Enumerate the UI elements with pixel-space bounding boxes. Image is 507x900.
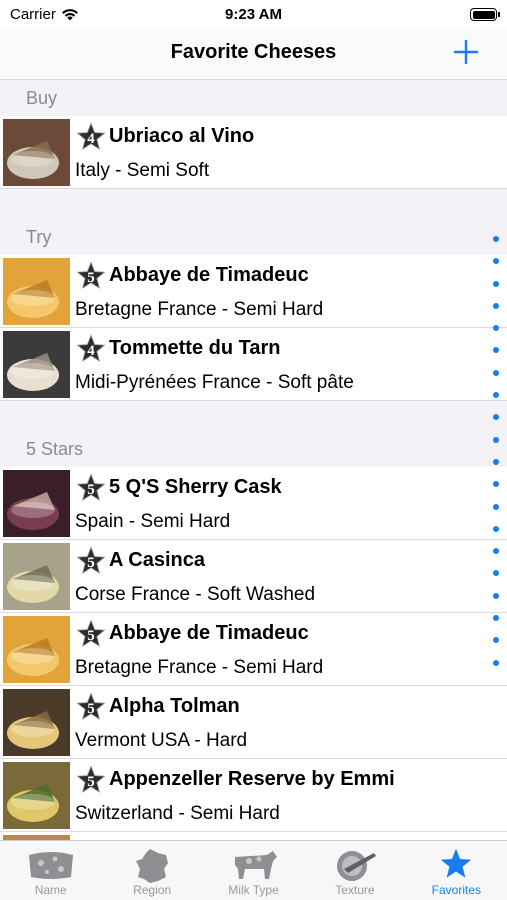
cheese-photo [3,616,70,683]
index-dot[interactable] [493,592,499,599]
index-dot[interactable] [493,392,499,399]
section-header: Try [0,219,507,255]
tab-milk-type[interactable]: Milk Type [203,841,304,900]
cheese-name: Alpha Tolman [109,695,240,717]
index-dot[interactable] [493,481,499,488]
tab-label: Favorites [431,883,481,897]
cheese-detail: Switzerland - Semi Hard [75,803,280,824]
cheese-detail: Italy - Semi Soft [75,160,210,181]
status-time: 9:23 AM [225,6,282,23]
section-spacer [0,401,507,431]
cheese-name: 5 Q'S Sherry Cask [109,476,282,498]
index-dot[interactable] [493,570,499,577]
cheese-detail: Corse France - Soft Washed [75,584,316,605]
tab-label: Region [133,883,172,897]
index-dot[interactable] [493,302,499,309]
cheese-name: Tommette du Tarn [109,337,281,359]
svg-text:5: 5 [87,701,95,717]
index-dot[interactable] [493,659,499,666]
navigation-bar: Favorite Cheeses [0,30,507,80]
cheese-name: Abbaye de Timadeuc [109,264,309,286]
cheese-detail: Spain - Semi Hard [75,511,231,532]
tab-bar: Name Region Milk Type Texture Favorites [0,840,507,900]
section-header: 5 Stars [0,431,507,467]
cheese-row[interactable]: 5 Alpha Tolman Vermont USA - Hard [0,686,507,759]
cheese-detail: Vermont USA - Hard [75,730,248,751]
svg-text:5: 5 [87,555,95,571]
cheese-row[interactable]: 4 Ubriaco al Vino Italy - Semi Soft [0,116,507,189]
cheese-detail: Midi-Pyrénées France - Soft pâte [75,372,354,393]
knife-plate-icon [336,851,376,881]
tab-label: Milk Type [228,883,279,897]
cheese-detail: Bretagne France - Semi Hard [75,299,324,320]
cheese-row[interactable]: 5 Appenzeller Reserve by Emmi Switzerland … [0,759,507,832]
index-dot[interactable] [493,369,499,376]
cheese-row[interactable]: 5 A Casinca Corse France - Soft Washed [0,540,507,613]
cheese-wedge-icon [28,852,73,879]
index-dot[interactable] [493,258,499,265]
rating-star-icon: 5 [76,546,106,574]
cheese-photo [3,543,70,610]
rating-star-icon: 5 [76,692,106,720]
tab-favorites[interactable]: Favorites [406,841,507,900]
index-dot[interactable] [493,615,499,622]
cheese-photo [3,762,70,829]
svg-text:5: 5 [87,270,95,286]
svg-text:5: 5 [87,628,95,644]
battery-icon [470,8,500,21]
cheese-photo [3,258,70,325]
svg-text:5: 5 [87,482,95,498]
section-spacer [0,189,507,219]
cheese-row[interactable]: 5 Abbaye de Timadeuc Bretagne France - Sem… [0,613,507,686]
rating-star-icon: 4 [76,334,106,362]
svg-text:4: 4 [87,343,95,359]
rating-star-icon: 5 [76,765,106,793]
index-dot[interactable] [493,414,499,421]
index-dot[interactable] [493,280,499,287]
cheese-detail: Bretagne France - Semi Hard [75,657,324,678]
cheese-list[interactable]: Buy 4 Ubriaco al Vino Italy - Semi Soft Try 5… [0,80,507,840]
tab-texture[interactable]: Texture [304,841,405,900]
tab-region[interactable]: Region [101,841,202,900]
cheese-name: A Casinca [109,549,205,571]
svg-text:5: 5 [87,774,95,790]
cheese-row[interactable]: 5 5 Q'S Sherry Cask Spain - Semi Hard [0,467,507,540]
svg-text:4: 4 [87,131,95,147]
star-icon [441,848,472,878]
status-bar: Carrier 9:23 AM [0,0,507,30]
cheese-name: Appenzeller Reserve by Emmi [109,768,395,790]
tab-label: Texture [335,883,375,897]
plus-icon [453,39,479,65]
index-dot[interactable] [493,458,499,465]
index-dot[interactable] [493,503,499,510]
index-dot[interactable] [493,637,499,644]
cheese-photo [3,470,70,537]
tab-label: Name [34,883,67,897]
cheese-photo [3,119,70,186]
cheese-row[interactable] [0,832,507,840]
cheese-row[interactable]: 4 Tommette du Tarn Midi-Pyrénées France - … [0,328,507,401]
rating-star-icon: 4 [76,122,106,150]
france-map-icon [136,849,169,883]
add-button[interactable] [451,37,481,67]
tab-name[interactable]: Name [0,841,101,900]
index-dot[interactable] [493,325,499,332]
cheese-row[interactable]: 5 Abbaye de Timadeuc Bretagne France - Sem… [0,255,507,328]
cow-icon [234,851,277,879]
rating-star-icon: 5 [76,261,106,289]
index-dot[interactable] [493,236,499,242]
rating-star-icon: 5 [76,619,106,647]
index-dot[interactable] [493,347,499,354]
page-title: Favorite Cheeses [170,41,337,63]
index-dot[interactable] [493,548,499,555]
rating-star-icon: 5 [76,473,106,501]
section-header: Buy [0,80,507,116]
cheese-name: Ubriaco al Vino [109,125,255,147]
section-index-bar[interactable] [493,236,501,682]
index-dot[interactable] [493,525,499,532]
cheese-name: Abbaye de Timadeuc [109,622,309,644]
index-dot[interactable] [493,436,499,443]
cheese-photo [3,689,70,756]
cheese-photo [3,331,70,398]
